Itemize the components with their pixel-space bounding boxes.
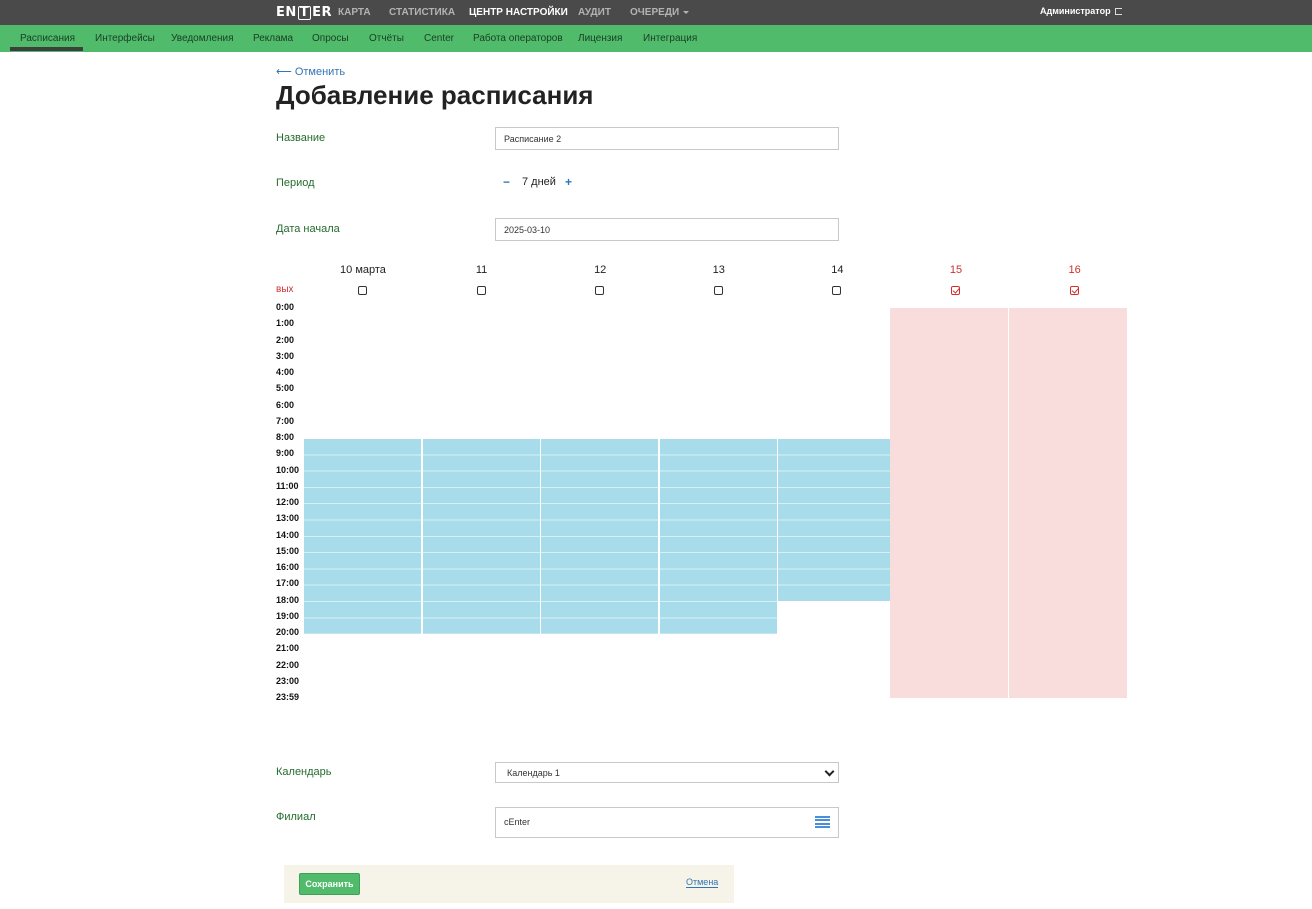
logout-icon[interactable] (1114, 8, 1122, 15)
user-menu[interactable]: Администратор (1040, 6, 1122, 16)
top-nav-audit[interactable]: АУДИТ (578, 7, 611, 18)
chevron-down-icon (824, 766, 835, 777)
top-nav-settings-center[interactable]: ЦЕНТР НАСТРОЙКИ (469, 7, 568, 18)
hour-label: 22:00 (276, 659, 300, 670)
hour-label: 11:00 (276, 480, 299, 491)
hour-label: 10:00 (276, 464, 300, 475)
hour-label: 0:00 (276, 302, 295, 312)
active-tab-indicator (10, 47, 83, 51)
settings-subnav: Расписания Интерфейсы Уведомления Реклам… (0, 25, 1312, 52)
hour-label: 1:00 (276, 318, 295, 329)
calendar-label: Календарь (276, 766, 332, 778)
hour-label: 7:00 (276, 415, 295, 426)
working-hours-block[interactable] (778, 438, 896, 601)
weekend-checkbox[interactable] (832, 286, 842, 295)
name-input[interactable]: Расписание 2 (495, 127, 839, 150)
subnav-reports[interactable]: Отчёты (369, 33, 404, 44)
branch-label: Филиал (276, 811, 316, 823)
hour-label: 3:00 (276, 350, 295, 361)
calendar-select[interactable]: Календарь 1 (495, 762, 839, 783)
weekend-checkbox[interactable] (951, 286, 960, 295)
working-hours-block[interactable] (541, 438, 659, 634)
day-header: 16 (1068, 264, 1081, 276)
cancel-link[interactable]: Отмена (686, 877, 719, 888)
working-hours-block[interactable] (304, 438, 421, 634)
save-button[interactable]: Сохранить (299, 873, 360, 895)
hour-label: 15:00 (276, 545, 300, 556)
subnav-license[interactable]: Лицензия (578, 33, 622, 44)
hour-label: 17:00 (276, 578, 300, 589)
form-actions-bar: Сохранить Отмена (284, 865, 734, 903)
day-header: 12 (594, 264, 607, 276)
subnav-integration[interactable]: Интеграция (643, 33, 697, 44)
hour-label: 12:00 (276, 497, 300, 507)
subnav-interfaces[interactable]: Интерфейсы (95, 33, 155, 44)
hour-label: 8:00 (276, 432, 295, 442)
page-title: Добавление расписания (276, 80, 594, 110)
chevron-down-icon (683, 10, 690, 14)
hour-label: 13:00 (276, 513, 300, 524)
hour-label: 5:00 (276, 383, 295, 394)
subnav-operators[interactable]: Работа операторов (473, 33, 563, 44)
weekend-column[interactable] (1008, 308, 1127, 698)
subnav-ads[interactable]: Реклама (253, 33, 293, 44)
period-increase-button[interactable]: + (565, 175, 572, 189)
start-date-input[interactable]: 2025-03-10 (495, 218, 839, 241)
subnav-surveys[interactable]: Опросы (312, 33, 349, 44)
user-name: Администратор (1040, 6, 1111, 16)
hour-label: 23:59 (276, 692, 300, 702)
top-nav-statistika[interactable]: СТАТИСТИКА (389, 7, 455, 18)
subnav-schedules[interactable]: Расписания (20, 33, 75, 44)
cancel-back-link[interactable]: ⟵ Отменить (276, 65, 345, 78)
working-hours-block[interactable] (422, 438, 540, 634)
list-icon[interactable] (815, 816, 830, 828)
top-nav-queues[interactable]: ОЧЕРЕДИ (630, 7, 690, 18)
day-header: 13 (712, 264, 725, 276)
name-label: Название (276, 132, 326, 144)
hour-label: 23:00 (276, 675, 300, 686)
hour-label: 16:00 (276, 562, 300, 572)
hour-label: 14:00 (276, 529, 300, 540)
day-header: 11 (475, 264, 488, 276)
period-label: Период (276, 177, 315, 189)
calendar-select-value: Календарь 1 (507, 768, 560, 778)
subnav-notifications[interactable]: Уведомления (171, 33, 234, 44)
top-nav-queues-label: ОЧЕРЕДИ (630, 7, 680, 18)
day-header: 10 марта (340, 264, 386, 276)
top-navigation-bar: EN T ER КАРТА СТАТИСТИКА ЦЕНТР НАСТРОЙКИ А… (0, 0, 1312, 25)
hour-label: 18:00 (276, 594, 300, 605)
subnav-center[interactable]: Center (424, 33, 454, 44)
hour-label: 21:00 (276, 643, 300, 654)
period-value: 7 дней (522, 176, 556, 188)
day-header: 15 (949, 264, 963, 276)
weekend-checkbox[interactable] (476, 286, 486, 295)
hour-label: 2:00 (276, 334, 295, 345)
hour-label: 4:00 (276, 367, 295, 377)
hour-label: 20:00 (276, 627, 300, 637)
branch-field[interactable]: cEnter (495, 807, 839, 838)
start-date-label: Дата начала (276, 223, 340, 235)
hour-label: 9:00 (276, 448, 295, 459)
weekend-checkbox[interactable] (1069, 286, 1079, 295)
weekend-column[interactable] (890, 308, 1008, 698)
working-hours-block[interactable] (659, 438, 777, 634)
day-header: 14 (831, 264, 844, 276)
weekend-label: вых (276, 284, 294, 295)
weekend-checkbox[interactable] (595, 286, 605, 295)
weekend-checkbox[interactable] (358, 286, 367, 295)
top-nav-karta[interactable]: КАРТА (338, 7, 371, 18)
branch-value: cEnter (504, 817, 531, 827)
hour-label: 6:00 (276, 399, 295, 410)
weekend-checkbox[interactable] (713, 286, 723, 295)
period-decrease-button[interactable]: − (503, 175, 510, 189)
hour-label: 19:00 (276, 610, 300, 621)
